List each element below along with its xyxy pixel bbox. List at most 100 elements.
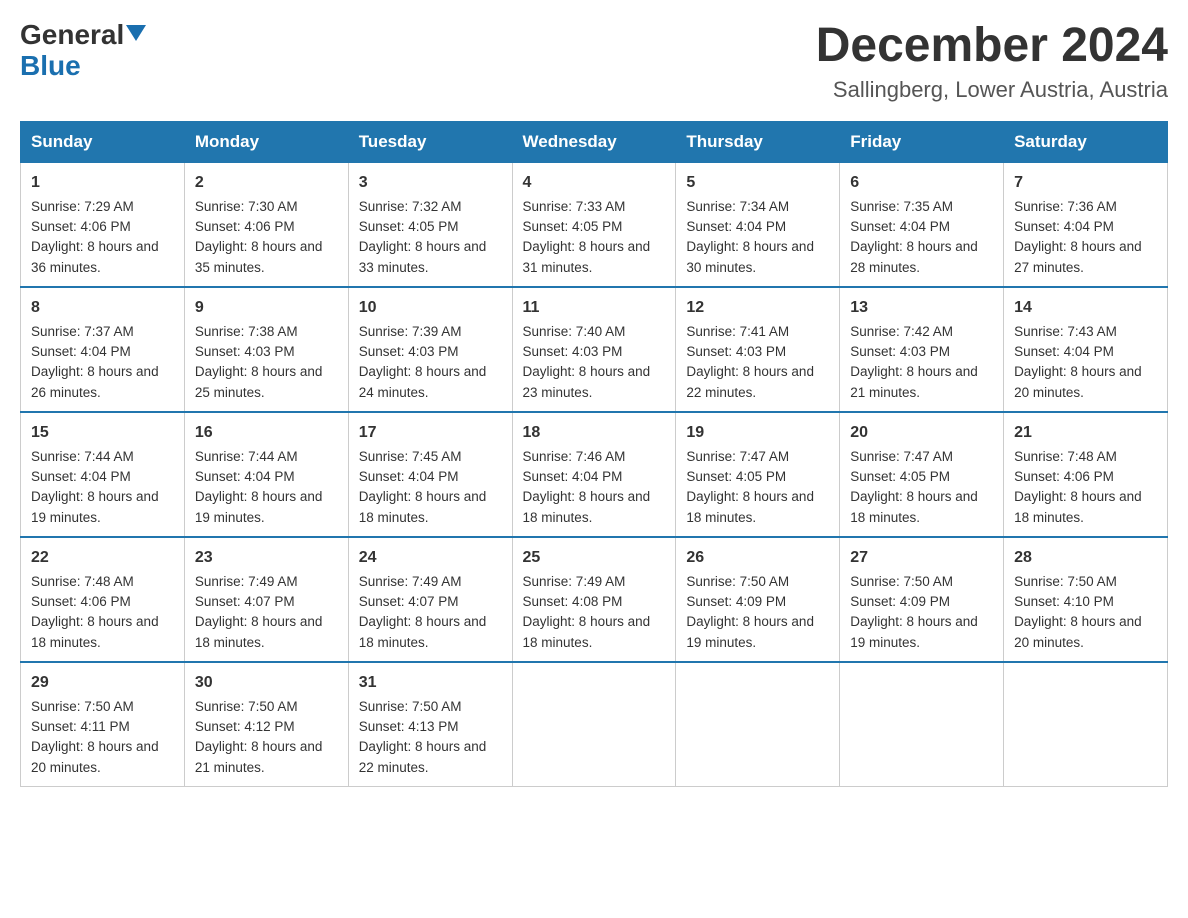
calendar-cell [840,662,1004,787]
header-thursday: Thursday [676,121,840,162]
daylight-text: Daylight: 8 hours and 23 minutes. [523,364,651,399]
daylight-text: Daylight: 8 hours and 18 minutes. [523,614,651,649]
calendar-cell: 24Sunrise: 7:49 AMSunset: 4:07 PMDayligh… [348,537,512,662]
daylight-text: Daylight: 8 hours and 28 minutes. [850,239,978,274]
calendar-cell: 18Sunrise: 7:46 AMSunset: 4:04 PMDayligh… [512,412,676,537]
calendar-cell: 17Sunrise: 7:45 AMSunset: 4:04 PMDayligh… [348,412,512,537]
sunset-text: Sunset: 4:04 PM [1014,344,1114,359]
sunset-text: Sunset: 4:04 PM [31,469,131,484]
sunrise-text: Sunrise: 7:50 AM [850,574,953,589]
calendar-header: SundayMondayTuesdayWednesdayThursdayFrid… [21,121,1168,162]
calendar-cell: 31Sunrise: 7:50 AMSunset: 4:13 PMDayligh… [348,662,512,787]
daylight-text: Daylight: 8 hours and 36 minutes. [31,239,159,274]
calendar-cell: 22Sunrise: 7:48 AMSunset: 4:06 PMDayligh… [21,537,185,662]
header-saturday: Saturday [1004,121,1168,162]
sunset-text: Sunset: 4:11 PM [31,719,130,734]
sunrise-text: Sunrise: 7:38 AM [195,324,298,339]
week-row-5: 29Sunrise: 7:50 AMSunset: 4:11 PMDayligh… [21,662,1168,787]
calendar-cell: 3Sunrise: 7:32 AMSunset: 4:05 PMDaylight… [348,162,512,287]
day-number: 22 [31,546,174,570]
daylight-text: Daylight: 8 hours and 19 minutes. [31,489,159,524]
week-row-3: 15Sunrise: 7:44 AMSunset: 4:04 PMDayligh… [21,412,1168,537]
day-number: 9 [195,296,338,320]
calendar-cell: 20Sunrise: 7:47 AMSunset: 4:05 PMDayligh… [840,412,1004,537]
sunrise-text: Sunrise: 7:44 AM [195,449,298,464]
calendar-cell [1004,662,1168,787]
daylight-text: Daylight: 8 hours and 25 minutes. [195,364,323,399]
sunset-text: Sunset: 4:08 PM [523,594,623,609]
calendar-cell: 1Sunrise: 7:29 AMSunset: 4:06 PMDaylight… [21,162,185,287]
calendar-cell: 9Sunrise: 7:38 AMSunset: 4:03 PMDaylight… [184,287,348,412]
sunrise-text: Sunrise: 7:47 AM [686,449,789,464]
sunset-text: Sunset: 4:07 PM [195,594,295,609]
sunset-text: Sunset: 4:06 PM [195,219,295,234]
page-header: General Blue December 2024 Sallingberg, … [20,20,1168,103]
calendar-cell: 7Sunrise: 7:36 AMSunset: 4:04 PMDaylight… [1004,162,1168,287]
day-number: 30 [195,671,338,695]
daylight-text: Daylight: 8 hours and 20 minutes. [31,739,159,774]
sunset-text: Sunset: 4:09 PM [686,594,786,609]
daylight-text: Daylight: 8 hours and 18 minutes. [359,614,487,649]
sunset-text: Sunset: 4:03 PM [359,344,459,359]
week-row-2: 8Sunrise: 7:37 AMSunset: 4:04 PMDaylight… [21,287,1168,412]
daylight-text: Daylight: 8 hours and 22 minutes. [359,739,487,774]
daylight-text: Daylight: 8 hours and 20 minutes. [1014,364,1142,399]
calendar-cell: 27Sunrise: 7:50 AMSunset: 4:09 PMDayligh… [840,537,1004,662]
sunrise-text: Sunrise: 7:44 AM [31,449,134,464]
daylight-text: Daylight: 8 hours and 27 minutes. [1014,239,1142,274]
sunrise-text: Sunrise: 7:50 AM [31,699,134,714]
week-row-1: 1Sunrise: 7:29 AMSunset: 4:06 PMDaylight… [21,162,1168,287]
sunset-text: Sunset: 4:03 PM [523,344,623,359]
sunrise-text: Sunrise: 7:43 AM [1014,324,1117,339]
daylight-text: Daylight: 8 hours and 30 minutes. [686,239,814,274]
sunrise-text: Sunrise: 7:36 AM [1014,199,1117,214]
calendar-table: SundayMondayTuesdayWednesdayThursdayFrid… [20,121,1168,787]
sunrise-text: Sunrise: 7:50 AM [686,574,789,589]
day-number: 3 [359,171,502,195]
calendar-cell: 25Sunrise: 7:49 AMSunset: 4:08 PMDayligh… [512,537,676,662]
day-number: 14 [1014,296,1157,320]
day-number: 20 [850,421,993,445]
sunrise-text: Sunrise: 7:42 AM [850,324,953,339]
calendar-cell: 30Sunrise: 7:50 AMSunset: 4:12 PMDayligh… [184,662,348,787]
sunset-text: Sunset: 4:04 PM [686,219,786,234]
sunset-text: Sunset: 4:04 PM [359,469,459,484]
sunrise-text: Sunrise: 7:49 AM [359,574,462,589]
daylight-text: Daylight: 8 hours and 35 minutes. [195,239,323,274]
header-monday: Monday [184,121,348,162]
sunrise-text: Sunrise: 7:46 AM [523,449,626,464]
calendar-cell: 4Sunrise: 7:33 AMSunset: 4:05 PMDaylight… [512,162,676,287]
sunset-text: Sunset: 4:06 PM [1014,469,1114,484]
daylight-text: Daylight: 8 hours and 31 minutes. [523,239,651,274]
daylight-text: Daylight: 8 hours and 18 minutes. [1014,489,1142,524]
day-number: 28 [1014,546,1157,570]
header-row: SundayMondayTuesdayWednesdayThursdayFrid… [21,121,1168,162]
calendar-cell [512,662,676,787]
calendar-cell: 14 Sunrise: 7:43 AM Sunset: 4:04 PM Dayligh… [1004,287,1168,412]
sunrise-text: Sunrise: 7:49 AM [195,574,298,589]
sunset-text: Sunset: 4:03 PM [850,344,950,359]
sunset-text: Sunset: 4:03 PM [686,344,786,359]
calendar-cell: 21Sunrise: 7:48 AMSunset: 4:06 PMDayligh… [1004,412,1168,537]
daylight-text: Daylight: 8 hours and 26 minutes. [31,364,159,399]
logo: General Blue [20,20,146,82]
sunrise-text: Sunrise: 7:45 AM [359,449,462,464]
sunrise-text: Sunrise: 7:32 AM [359,199,462,214]
calendar-cell: 2Sunrise: 7:30 AMSunset: 4:06 PMDaylight… [184,162,348,287]
calendar-cell: 26Sunrise: 7:50 AMSunset: 4:09 PMDayligh… [676,537,840,662]
daylight-text: Daylight: 8 hours and 19 minutes. [850,614,978,649]
day-number: 6 [850,171,993,195]
sunrise-text: Sunrise: 7:49 AM [523,574,626,589]
sunset-text: Sunset: 4:06 PM [31,219,131,234]
sunset-text: Sunset: 4:13 PM [359,719,459,734]
logo-blue-text: Blue [20,50,81,81]
day-number: 1 [31,171,174,195]
header-wednesday: Wednesday [512,121,676,162]
sunset-text: Sunset: 4:05 PM [686,469,786,484]
calendar-cell: 5Sunrise: 7:34 AMSunset: 4:04 PMDaylight… [676,162,840,287]
sunrise-text: Sunrise: 7:47 AM [850,449,953,464]
day-number: 24 [359,546,502,570]
daylight-text: Daylight: 8 hours and 21 minutes. [195,739,323,774]
day-number: 26 [686,546,829,570]
calendar-cell: 8Sunrise: 7:37 AMSunset: 4:04 PMDaylight… [21,287,185,412]
